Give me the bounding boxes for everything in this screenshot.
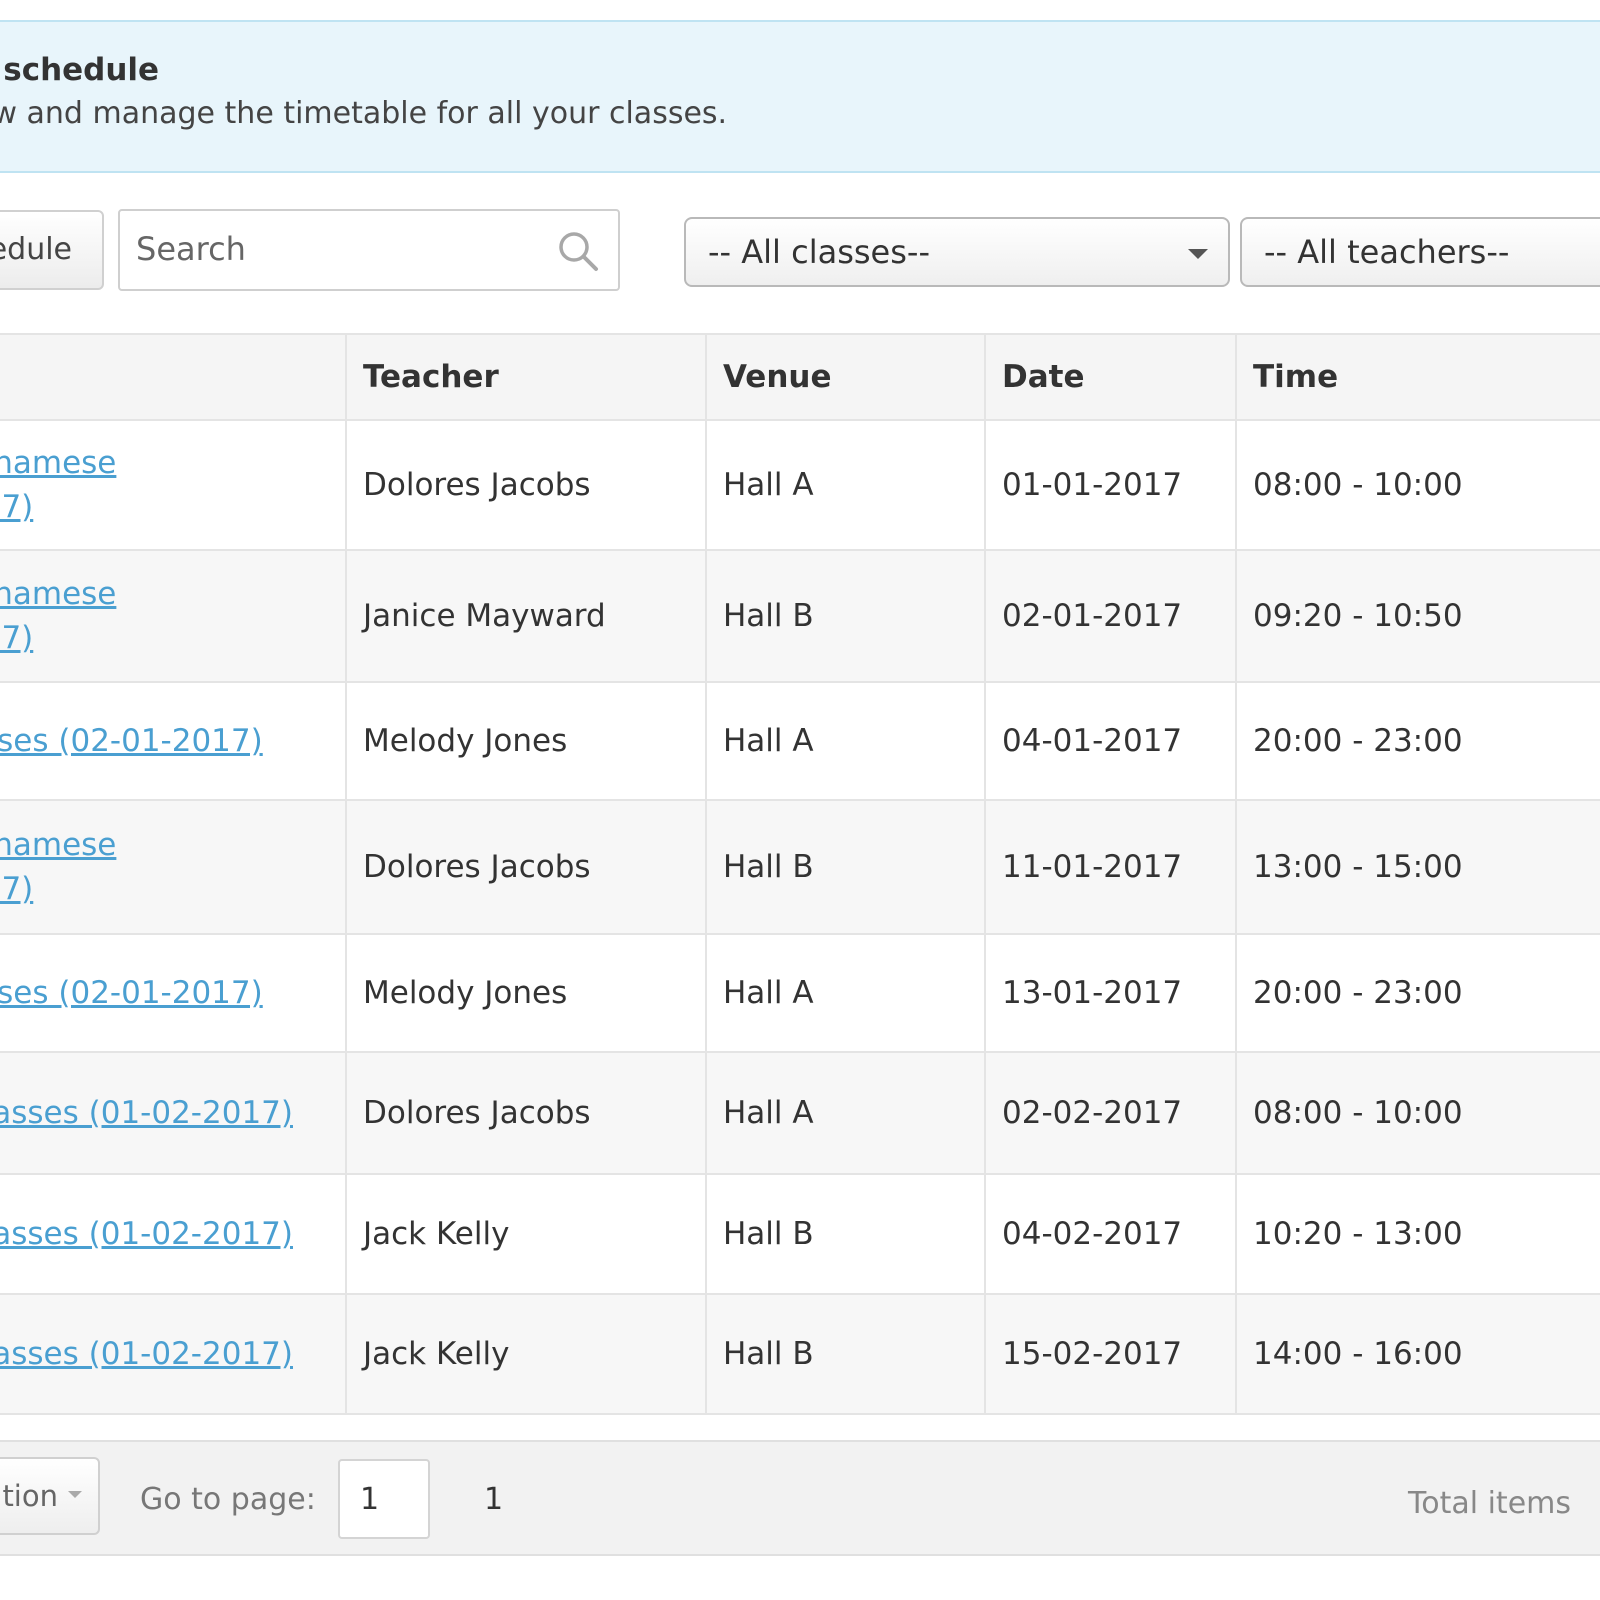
teacher-cell: Dolores Jacobs xyxy=(345,800,707,935)
search-icon[interactable] xyxy=(556,229,600,273)
time-cell: 09:20 - 10:50 xyxy=(1235,550,1600,683)
schedule-table-wrapper: Teacher Venue Date Time etnamese 017) Dol… xyxy=(0,333,1600,1415)
bulk-action-button[interactable]: tion xyxy=(0,1457,100,1535)
venue-cell: Hall A xyxy=(705,1052,986,1175)
date-cell: 11-01-2017 xyxy=(984,800,1237,935)
goto-page-input[interactable] xyxy=(338,1459,430,1539)
class-link[interactable]: Classes (01-02-2017) xyxy=(0,1332,344,1376)
venue-cell: Hall A xyxy=(705,934,986,1053)
class-link[interactable]: etnamese 017) xyxy=(0,823,344,911)
table-row: Classes (01-02-2017) Jack Kelly Hall B 1… xyxy=(0,1294,1600,1415)
teacher-cell: Dolores Jacobs xyxy=(345,1052,707,1175)
add-schedule-button[interactable]: edule xyxy=(0,210,104,290)
schedule-table: Teacher Venue Date Time etnamese 017) Dol… xyxy=(0,333,1600,1415)
class-link-line: 017) xyxy=(0,620,34,656)
class-filter-select[interactable]: -- All classes-- xyxy=(684,217,1230,287)
top-strip xyxy=(0,0,1600,20)
venue-cell: Hall A xyxy=(705,420,986,551)
date-cell: 01-01-2017 xyxy=(984,420,1237,551)
class-link[interactable]: asses (02-01-2017) xyxy=(0,719,344,763)
class-link-line: etnamese xyxy=(0,445,117,481)
date-cell: 02-01-2017 xyxy=(984,550,1237,683)
chevron-down-icon xyxy=(68,1491,82,1498)
class-cell: etnamese 017) xyxy=(0,800,347,935)
class-link[interactable]: asses (02-01-2017) xyxy=(0,971,344,1015)
column-header-time[interactable]: Time xyxy=(1235,333,1600,421)
table-row: etnamese 017) Dolores Jacobs Hall B 11-01… xyxy=(0,800,1600,935)
column-header-class[interactable] xyxy=(0,333,347,421)
total-items-label: Total items xyxy=(1408,1486,1572,1521)
table-row: asses (02-01-2017) Melody Jones Hall A 0… xyxy=(0,682,1600,801)
search-input[interactable] xyxy=(136,219,536,279)
time-cell: 20:00 - 23:00 xyxy=(1235,682,1600,801)
class-filter-value: -- All classes-- xyxy=(708,233,930,271)
teacher-cell: Janice Mayward xyxy=(345,550,707,683)
class-cell: etnamese 017) xyxy=(0,420,347,551)
column-header-date[interactable]: Date xyxy=(984,333,1237,421)
table-row: asses (02-01-2017) Melody Jones Hall A 1… xyxy=(0,934,1600,1053)
page-title: s schedule xyxy=(0,52,160,88)
class-cell: Classes (01-02-2017) xyxy=(0,1294,347,1415)
time-cell: 08:00 - 10:00 xyxy=(1235,1052,1600,1175)
table-row: Classes (01-02-2017) Dolores Jacobs Hall… xyxy=(0,1052,1600,1175)
time-cell: 08:00 - 10:00 xyxy=(1235,420,1600,551)
date-cell: 13-01-2017 xyxy=(984,934,1237,1053)
venue-cell: Hall B xyxy=(705,1174,986,1295)
class-link[interactable]: etnamese 017) xyxy=(0,572,344,660)
class-link[interactable]: Classes (01-02-2017) xyxy=(0,1091,344,1135)
class-cell: Classes (01-02-2017) xyxy=(0,1174,347,1295)
teacher-cell: Dolores Jacobs xyxy=(345,420,707,551)
bulk-action-label: tion xyxy=(2,1479,58,1513)
date-cell: 04-01-2017 xyxy=(984,682,1237,801)
table-row: Classes (01-02-2017) Jack Kelly Hall B 0… xyxy=(0,1174,1600,1295)
teacher-cell: Melody Jones xyxy=(345,682,707,801)
table-header-row: Teacher Venue Date Time xyxy=(0,333,1600,421)
class-cell: asses (02-01-2017) xyxy=(0,934,347,1053)
teacher-cell: Melody Jones xyxy=(345,934,707,1053)
chevron-down-icon xyxy=(1188,249,1208,259)
teacher-filter-value: -- All teachers-- xyxy=(1264,233,1510,271)
venue-cell: Hall A xyxy=(705,682,986,801)
class-cell: Classes (01-02-2017) xyxy=(0,1052,347,1175)
table-row: etnamese 017) Janice Mayward Hall B 02-01… xyxy=(0,550,1600,683)
table-row: etnamese 017) Dolores Jacobs Hall A 01-01… xyxy=(0,420,1600,551)
class-cell: asses (02-01-2017) xyxy=(0,682,347,801)
time-cell: 20:00 - 23:00 xyxy=(1235,934,1600,1053)
date-cell: 04-02-2017 xyxy=(984,1174,1237,1295)
venue-cell: Hall B xyxy=(705,800,986,935)
time-cell: 14:00 - 16:00 xyxy=(1235,1294,1600,1415)
class-link[interactable]: etnamese 017) xyxy=(0,441,344,529)
venue-cell: Hall B xyxy=(705,550,986,683)
teacher-filter-select[interactable]: -- All teachers-- xyxy=(1240,217,1600,287)
class-link-line: 017) xyxy=(0,489,34,525)
page-description: ew and manage the timetable for all your… xyxy=(0,96,728,131)
column-header-venue[interactable]: Venue xyxy=(705,333,986,421)
teacher-cell: Jack Kelly xyxy=(345,1294,707,1415)
class-cell: etnamese 017) xyxy=(0,550,347,683)
class-link-line: etnamese xyxy=(0,827,117,863)
class-link-line: etnamese xyxy=(0,576,117,612)
search-box[interactable] xyxy=(118,209,620,291)
class-link-line: 017) xyxy=(0,871,34,907)
venue-cell: Hall B xyxy=(705,1294,986,1415)
date-cell: 15-02-2017 xyxy=(984,1294,1237,1415)
pagination-page-1[interactable]: 1 xyxy=(484,1482,503,1517)
column-header-teacher[interactable]: Teacher xyxy=(345,333,707,421)
goto-page-label: Go to page: xyxy=(140,1482,316,1517)
time-cell: 10:20 - 13:00 xyxy=(1235,1174,1600,1295)
date-cell: 02-02-2017 xyxy=(984,1052,1237,1175)
teacher-cell: Jack Kelly xyxy=(345,1174,707,1295)
schedule-page: s schedule ew and manage the timetable f… xyxy=(0,0,1600,1600)
class-link[interactable]: Classes (01-02-2017) xyxy=(0,1212,344,1256)
time-cell: 13:00 - 15:00 xyxy=(1235,800,1600,935)
